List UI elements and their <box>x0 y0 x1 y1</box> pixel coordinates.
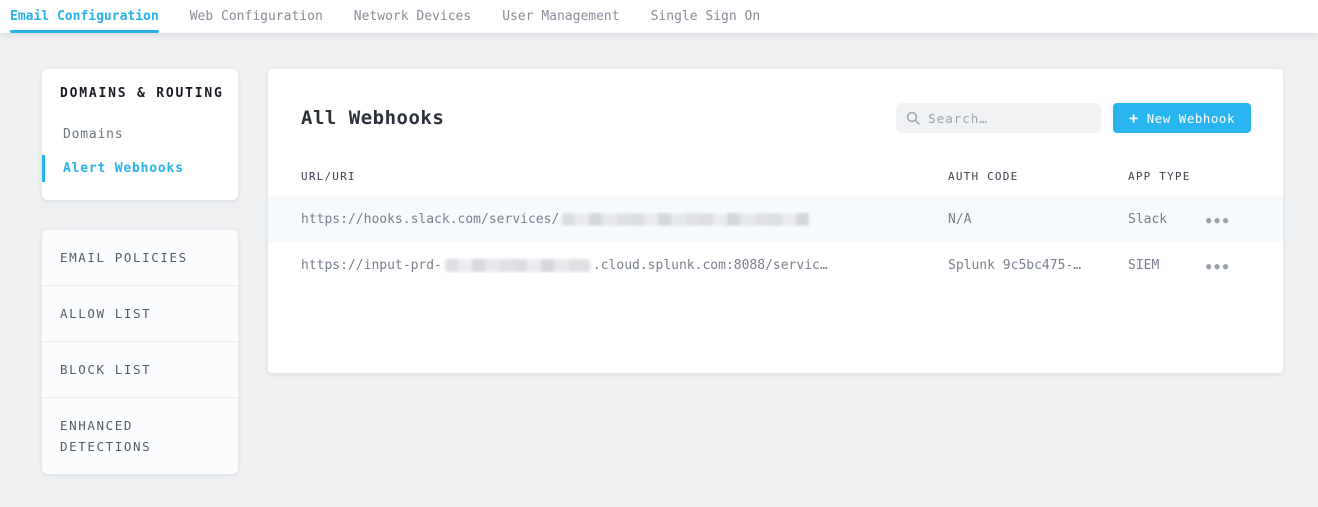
sidebar-item-block-list[interactable]: BLOCK LIST <box>42 342 238 398</box>
section-title-domains-routing: DOMAINS & ROUTING <box>42 86 238 101</box>
table-row[interactable]: https://hooks.slack.com/services/ N/A Sl… <box>268 196 1283 242</box>
auth-code-cell: Splunk 9c5bc475-… <box>948 258 1128 273</box>
auth-code-cell: N/A <box>948 212 1128 227</box>
top-nav: Email Configuration Web Configuration Ne… <box>0 0 1318 33</box>
webhook-url-prefix: https://hooks.slack.com/services/ <box>301 212 559 227</box>
sidebar-item-allow-list[interactable]: ALLOW LIST <box>42 286 238 342</box>
row-menu-icon[interactable]: ●●● <box>1206 216 1231 226</box>
tab-user-management[interactable]: User Management <box>502 0 619 33</box>
panel-header: All Webhooks + New Webhook <box>268 69 1283 133</box>
redacted-blur <box>562 213 809 226</box>
table-header: URL/URI AUTH CODE APP TYPE <box>268 170 1283 196</box>
webhook-url-cell: https://input-prd- .cloud.splunk.com:8088… <box>301 258 948 273</box>
page-title: All Webhooks <box>301 107 444 129</box>
plus-icon: + <box>1129 111 1139 126</box>
webhooks-panel: All Webhooks + New Webhook URL/URI AUTH … <box>268 69 1283 373</box>
sidebar-item-domains[interactable]: Domains <box>42 121 238 148</box>
new-webhook-button[interactable]: + New Webhook <box>1113 103 1251 133</box>
search-input[interactable] <box>928 111 1091 126</box>
row-actions: ●●● <box>1206 212 1283 227</box>
search-box[interactable] <box>896 103 1101 133</box>
sidebar: DOMAINS & ROUTING Domains Alert Webhooks… <box>42 69 238 474</box>
webhook-url-prefix: https://input-prd- <box>301 258 442 273</box>
column-header-url-uri: URL/URI <box>301 170 948 183</box>
search-icon <box>906 111 920 125</box>
new-webhook-label: New Webhook <box>1147 111 1235 126</box>
panel-header-actions: + New Webhook <box>896 103 1251 133</box>
row-menu-icon[interactable]: ●●● <box>1206 262 1231 272</box>
column-header-auth-code: AUTH CODE <box>948 170 1128 183</box>
redacted-blur <box>445 259 590 272</box>
sidebar-item-enhanced-detections[interactable]: ENHANCED DETECTIONS <box>42 398 238 474</box>
sidebar-item-alert-webhooks[interactable]: Alert Webhooks <box>42 155 238 182</box>
tab-network-devices[interactable]: Network Devices <box>354 0 471 33</box>
webhook-url-suffix: .cloud.splunk.com:8088/servic… <box>593 258 828 273</box>
domains-routing-card: DOMAINS & ROUTING Domains Alert Webhooks <box>42 69 238 200</box>
webhook-url-cell: https://hooks.slack.com/services/ <box>301 212 948 227</box>
sidebar-accordion: EMAIL POLICIES ALLOW LIST BLOCK LIST ENH… <box>42 230 238 474</box>
table-row[interactable]: https://input-prd- .cloud.splunk.com:8088… <box>268 242 1283 288</box>
row-actions: ●●● <box>1206 258 1283 273</box>
tab-single-sign-on[interactable]: Single Sign On <box>651 0 761 33</box>
app-type-cell: SIEM <box>1128 258 1206 273</box>
sidebar-item-email-policies[interactable]: EMAIL POLICIES <box>42 230 238 286</box>
tab-web-configuration[interactable]: Web Configuration <box>190 0 323 33</box>
tab-email-configuration[interactable]: Email Configuration <box>10 0 159 33</box>
app-type-cell: Slack <box>1128 212 1206 227</box>
column-header-app-type: APP TYPE <box>1128 170 1206 183</box>
page-content: DOMAINS & ROUTING Domains Alert Webhooks… <box>0 33 1318 474</box>
